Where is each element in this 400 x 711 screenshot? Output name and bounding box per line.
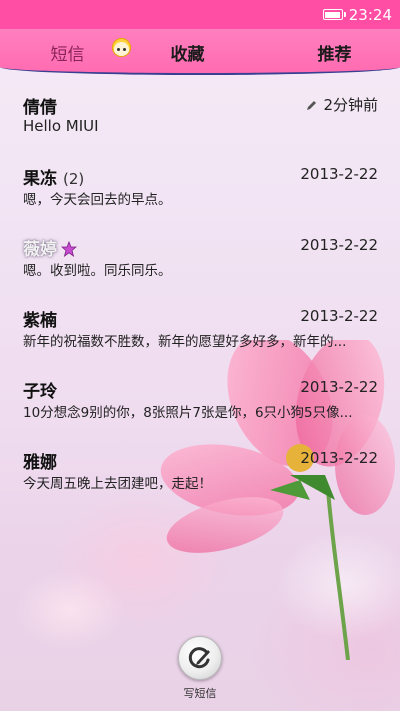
pencil-icon: [307, 101, 317, 110]
message-time: 2013-2-22: [300, 236, 378, 254]
message-preview: 10分想念9别的你，8张照片7张是你，6只小狗5只像...: [23, 405, 353, 421]
list-item[interactable]: 紫楠 2013-2-22 新年的祝福数不胜数，新年的愿望好多好多，新年的...: [0, 289, 400, 355]
message-time: 2013-2-22: [300, 449, 378, 467]
contact-name: 薇婷: [23, 235, 77, 260]
contact-name: 果冻 (2): [23, 169, 85, 189]
compose-button[interactable]: 写短信: [170, 636, 230, 706]
tab-bar: 短信 收藏 推荐: [0, 29, 400, 75]
contact-name: 雅娜: [23, 453, 57, 473]
list-item[interactable]: 薇婷 2013-2-22 嗯。收到啦。同乐同乐。: [0, 218, 400, 284]
message-preview: 嗯。收到啦。同乐同乐。: [23, 263, 172, 279]
list-item[interactable]: 雅娜 2013-2-22 今天周五晚上去团建吧，走起！: [0, 431, 400, 497]
compose-circle[interactable]: [178, 636, 222, 680]
message-time: 2013-2-22: [300, 165, 378, 183]
contact-name: 紫楠: [23, 311, 57, 331]
status-bar: 23:24: [0, 0, 400, 29]
status-time: 23:24: [348, 5, 392, 24]
compose-label: 写短信: [183, 687, 217, 700]
contact-name: 倩倩: [23, 98, 57, 118]
compose-icon: [188, 647, 210, 669]
list-item[interactable]: 倩倩 2分钟前 Hello MIUI: [0, 76, 400, 142]
star-icon: [61, 241, 77, 257]
message-time: 2013-2-22: [300, 307, 378, 325]
contact-name: 子玲: [23, 382, 57, 402]
message-preview: 今天周五晚上去团建吧，走起！: [23, 476, 212, 492]
message-preview: 新年的祝福数不胜数，新年的愿望好多好多，新年的...: [23, 334, 347, 350]
message-preview: 嗯，今天会回去的早点。: [23, 192, 172, 208]
unread-count: (2): [63, 170, 85, 188]
message-time: 2分钟前: [306, 94, 378, 115]
mascot-icon: [112, 38, 131, 57]
tab-favorites[interactable]: 收藏: [145, 29, 230, 75]
tab-recommend[interactable]: 推荐: [292, 29, 377, 75]
tab-sms[interactable]: 短信: [25, 29, 110, 75]
battery-icon: [322, 9, 346, 20]
list-item[interactable]: 果冻 (2) 2013-2-22 嗯，今天会回去的早点。: [0, 147, 400, 213]
message-preview: Hello MIUI: [23, 117, 99, 135]
message-time: 2013-2-22: [300, 378, 378, 396]
list-item[interactable]: 子玲 2013-2-22 10分想念9别的你，8张照片7张是你，6只小狗5只像.…: [0, 360, 400, 426]
